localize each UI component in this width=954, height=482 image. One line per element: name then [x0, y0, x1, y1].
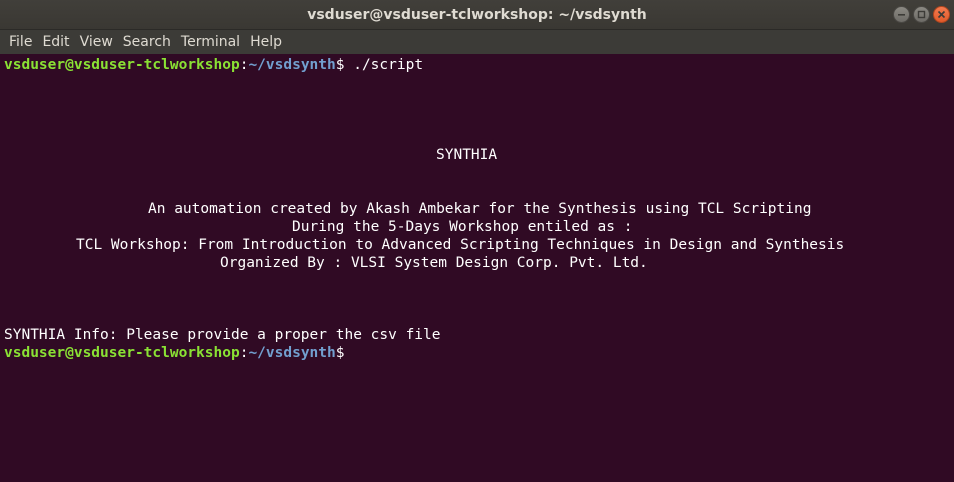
window-title: vsduser@vsduser-tclworkshop: ~/vsdsynth	[307, 7, 647, 23]
info-line: SYNTHIA Info: Please provide a proper th…	[4, 327, 441, 343]
terminal-output[interactable]: vsduser@vsduser-tclworkshop:~/vsdsynth$ …	[0, 54, 954, 482]
close-icon	[937, 10, 946, 19]
prompt-line-1: vsduser@vsduser-tclworkshop:~/vsdsynth$ …	[4, 56, 954, 74]
maximize-icon	[917, 10, 926, 19]
menu-help[interactable]: Help	[245, 30, 287, 54]
minimize-icon	[898, 14, 905, 16]
banner-line-1: An automation created by Akash Ambekar f…	[148, 201, 812, 217]
menu-view[interactable]: View	[75, 30, 118, 54]
terminal-window: vsduser@vsduser-tclworkshop: ~/vsdsynth …	[0, 0, 954, 482]
menu-search[interactable]: Search	[118, 30, 176, 54]
title-bar[interactable]: vsduser@vsduser-tclworkshop: ~/vsdsynth	[0, 0, 954, 30]
menu-terminal[interactable]: Terminal	[176, 30, 245, 54]
prompt-path: ~/vsdsynth	[248, 345, 336, 361]
prompt-line-2: vsduser@vsduser-tclworkshop:~/vsdsynth$	[4, 344, 954, 362]
window-controls	[893, 6, 950, 24]
prompt-symbol: $	[335, 345, 345, 361]
banner-title: SYNTHIA	[436, 147, 498, 163]
menu-edit[interactable]: Edit	[37, 30, 74, 54]
prompt-path: ~/vsdsynth	[248, 57, 336, 73]
minimize-button[interactable]	[893, 6, 910, 23]
prompt-user-host: vsduser@vsduser-tclworkshop	[4, 345, 240, 361]
menu-bar: File Edit View Search Terminal Help	[0, 30, 954, 54]
banner-line-4: Organized By : VLSI System Design Corp. …	[220, 255, 648, 271]
maximize-button[interactable]	[913, 6, 930, 23]
banner-line-2: During the 5-Days Workshop entiled as :	[292, 219, 633, 235]
prompt-user-host: vsduser@vsduser-tclworkshop	[4, 57, 240, 73]
banner-line-3: TCL Workshop: From Introduction to Advan…	[76, 237, 845, 253]
command-text: ./script	[344, 57, 424, 73]
close-button[interactable]	[933, 6, 950, 23]
menu-file[interactable]: File	[4, 30, 37, 54]
